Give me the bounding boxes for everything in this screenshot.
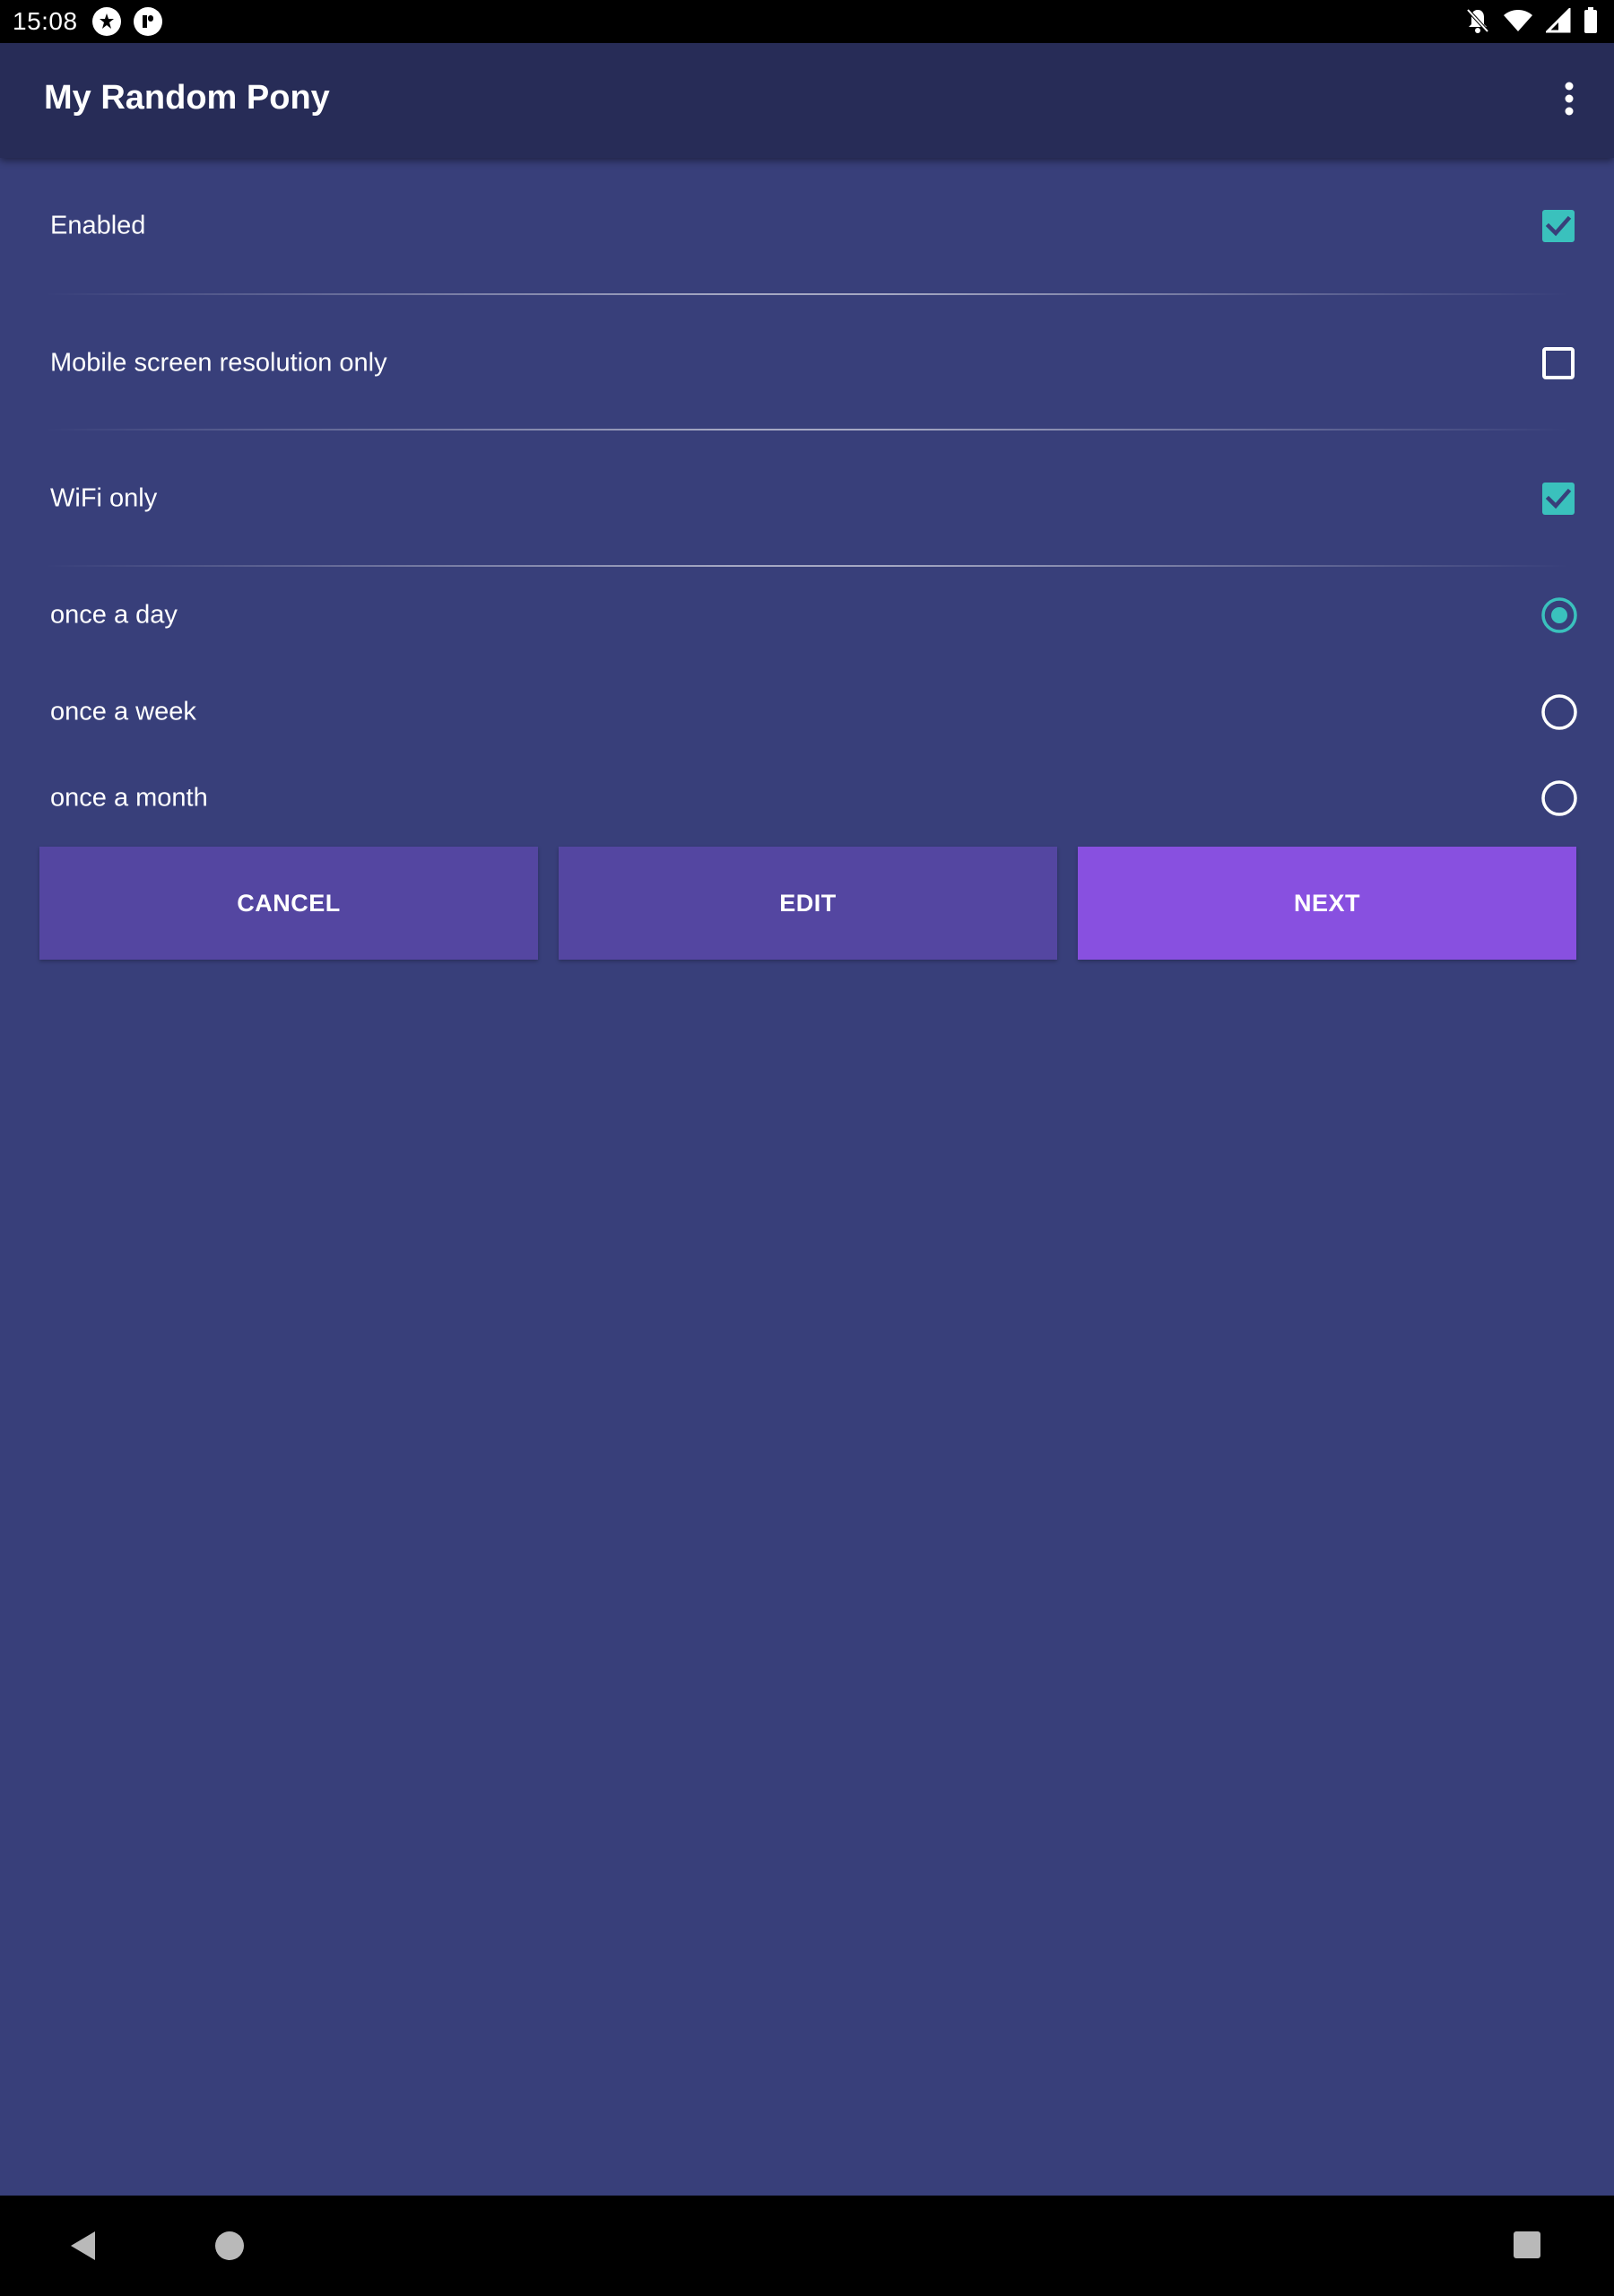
navigation-bar [0,2196,1614,2296]
status-time: 15:08 [13,7,78,35]
status-icons [1465,6,1598,39]
app-title: My Random Pony [44,79,330,117]
radio-once-a-week-row[interactable]: once a week [0,669,1614,755]
edit-button[interactable]: EDIT [559,847,1057,960]
pref-enabled-row[interactable]: Enabled [0,158,1614,294]
cancel-button[interactable]: CANCEL [39,847,538,960]
radio-once-a-week-label: once a week [50,697,196,726]
signal-icon [1544,6,1571,38]
back-icon[interactable] [68,2230,99,2262]
battery-icon [1584,7,1598,39]
app-bar: My Random Pony [0,43,1614,158]
next-button[interactable]: NEXT [1078,847,1576,960]
radio-once-a-month-label: once a month [50,783,208,813]
radio-once-a-day-button[interactable] [1540,596,1578,634]
radio-once-a-day-row[interactable]: once a day [0,572,1614,658]
pref-wifi-only-label: WiFi only [50,483,158,513]
pref-enabled-label: Enabled [50,211,146,240]
more-options-button[interactable] [1540,70,1598,127]
app-notification-icon-2 [133,7,162,36]
pref-wifi-only-row[interactable]: WiFi only [0,430,1614,567]
pref-mobile-resolution-checkbox[interactable] [1542,347,1575,379]
divider [45,565,1569,567]
radio-once-a-day-label: once a day [50,600,178,630]
pref-mobile-resolution-row[interactable]: Mobile screen resolution only [0,295,1614,431]
wifi-icon [1503,8,1533,38]
pref-wifi-only-checkbox[interactable] [1542,483,1575,515]
radio-once-a-month-row[interactable]: once a month [0,755,1614,841]
pref-enabled-checkbox[interactable] [1542,210,1575,242]
pref-mobile-resolution-label: Mobile screen resolution only [50,348,387,378]
radio-once-a-week-button[interactable] [1540,693,1578,731]
recents-icon[interactable] [1514,2231,1540,2258]
radio-once-a-month-button[interactable] [1540,779,1578,817]
notifications-off-icon [1465,7,1490,39]
more-vert-icon [1565,82,1574,116]
status-bar: 15:08 [0,0,1614,43]
home-icon[interactable] [215,2231,244,2260]
app-notification-icon [91,7,121,36]
